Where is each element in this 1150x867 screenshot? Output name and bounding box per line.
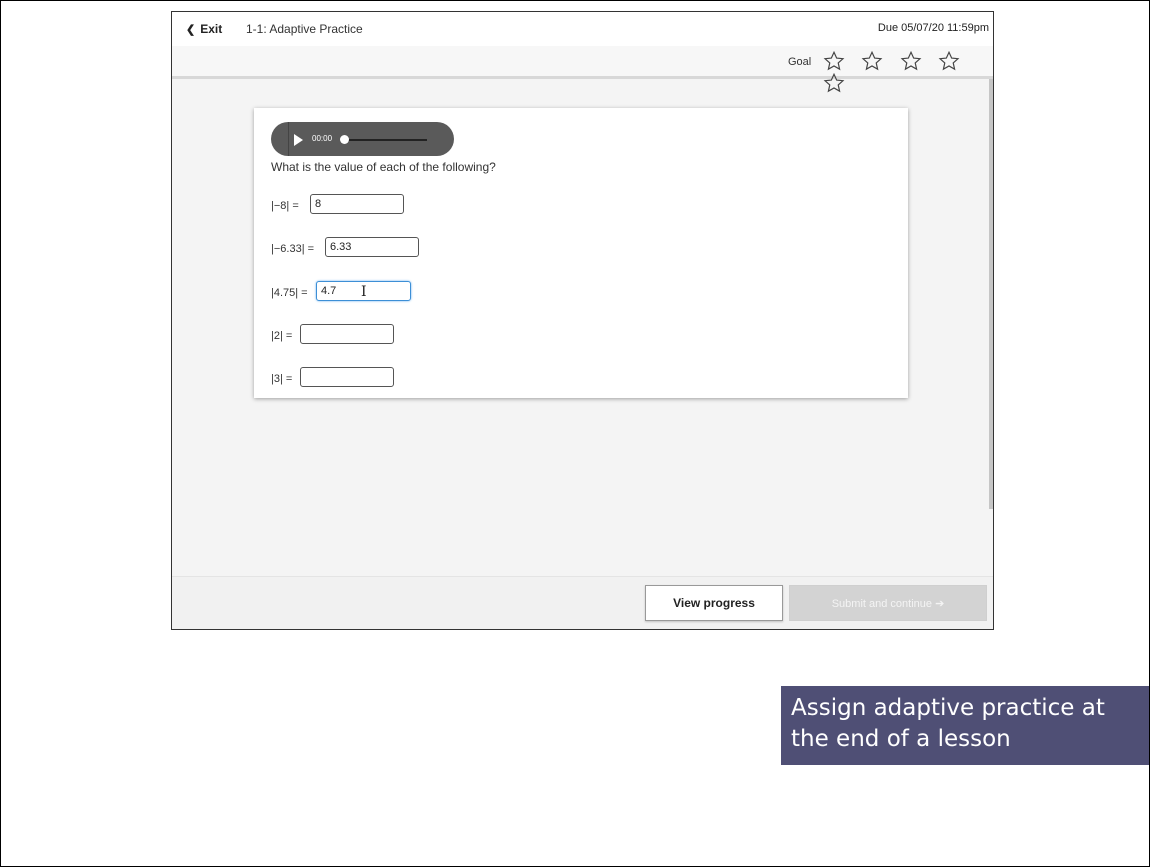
submit-and-continue-button[interactable]: Submit and continue ➔ [789,585,987,621]
star-icon [823,50,845,71]
scrollbar[interactable] [989,79,993,509]
audio-progress-track[interactable] [341,139,427,141]
answer-input[interactable] [300,367,394,387]
chevron-left-icon: ❮ [186,24,196,36]
audio-progress-knob[interactable] [340,135,349,144]
answer-input[interactable] [310,194,404,214]
view-progress-button[interactable]: View progress [645,585,783,621]
audio-time: 00:00 [312,134,333,143]
question-card: 00:00 What is the value of each of the f… [254,108,908,398]
expression-label: |−8| = [271,200,299,212]
goal-bar: Goal [172,46,993,93]
expression-label: |3| = [271,373,293,385]
assignment-title: 1-1: Adaptive Practice [246,22,363,36]
exit-label: Exit [200,22,223,36]
answer-input[interactable] [300,324,394,344]
practice-app-window: ❮ Exit 1-1: Adaptive Practice Due 05/07/2… [171,11,994,630]
exit-button[interactable]: ❮ Exit [186,22,222,36]
expression-label: |2| = [271,330,293,342]
star-icon [900,50,922,71]
star-icon [938,50,960,71]
caption-box: Assign adaptive practice at the end of a… [781,686,1149,765]
answer-input[interactable] [325,237,419,257]
audio-divider [288,122,289,156]
expression-label: |−6.33| = [271,243,315,255]
caption-line-1: Assign adaptive practice at [791,695,1105,721]
play-icon[interactable] [294,134,303,146]
bottom-bar: View progress Submit and continue ➔ [172,576,993,629]
expression-label: |4.75| = [271,287,308,299]
star-icon [862,50,883,71]
goal-label: Goal [788,56,812,68]
goal-stars [823,50,993,94]
question-prompt: What is the value of each of the followi… [271,160,496,174]
due-date: Due 05/07/20 11:59pm [877,22,989,34]
star-icon [823,72,845,93]
caption-line-2: the end of a lesson [791,726,1011,752]
top-bar: ❮ Exit 1-1: Adaptive Practice Due 05/07/2… [172,12,993,46]
text-cursor-icon: I [361,284,367,300]
audio-player: 00:00 [271,122,454,156]
